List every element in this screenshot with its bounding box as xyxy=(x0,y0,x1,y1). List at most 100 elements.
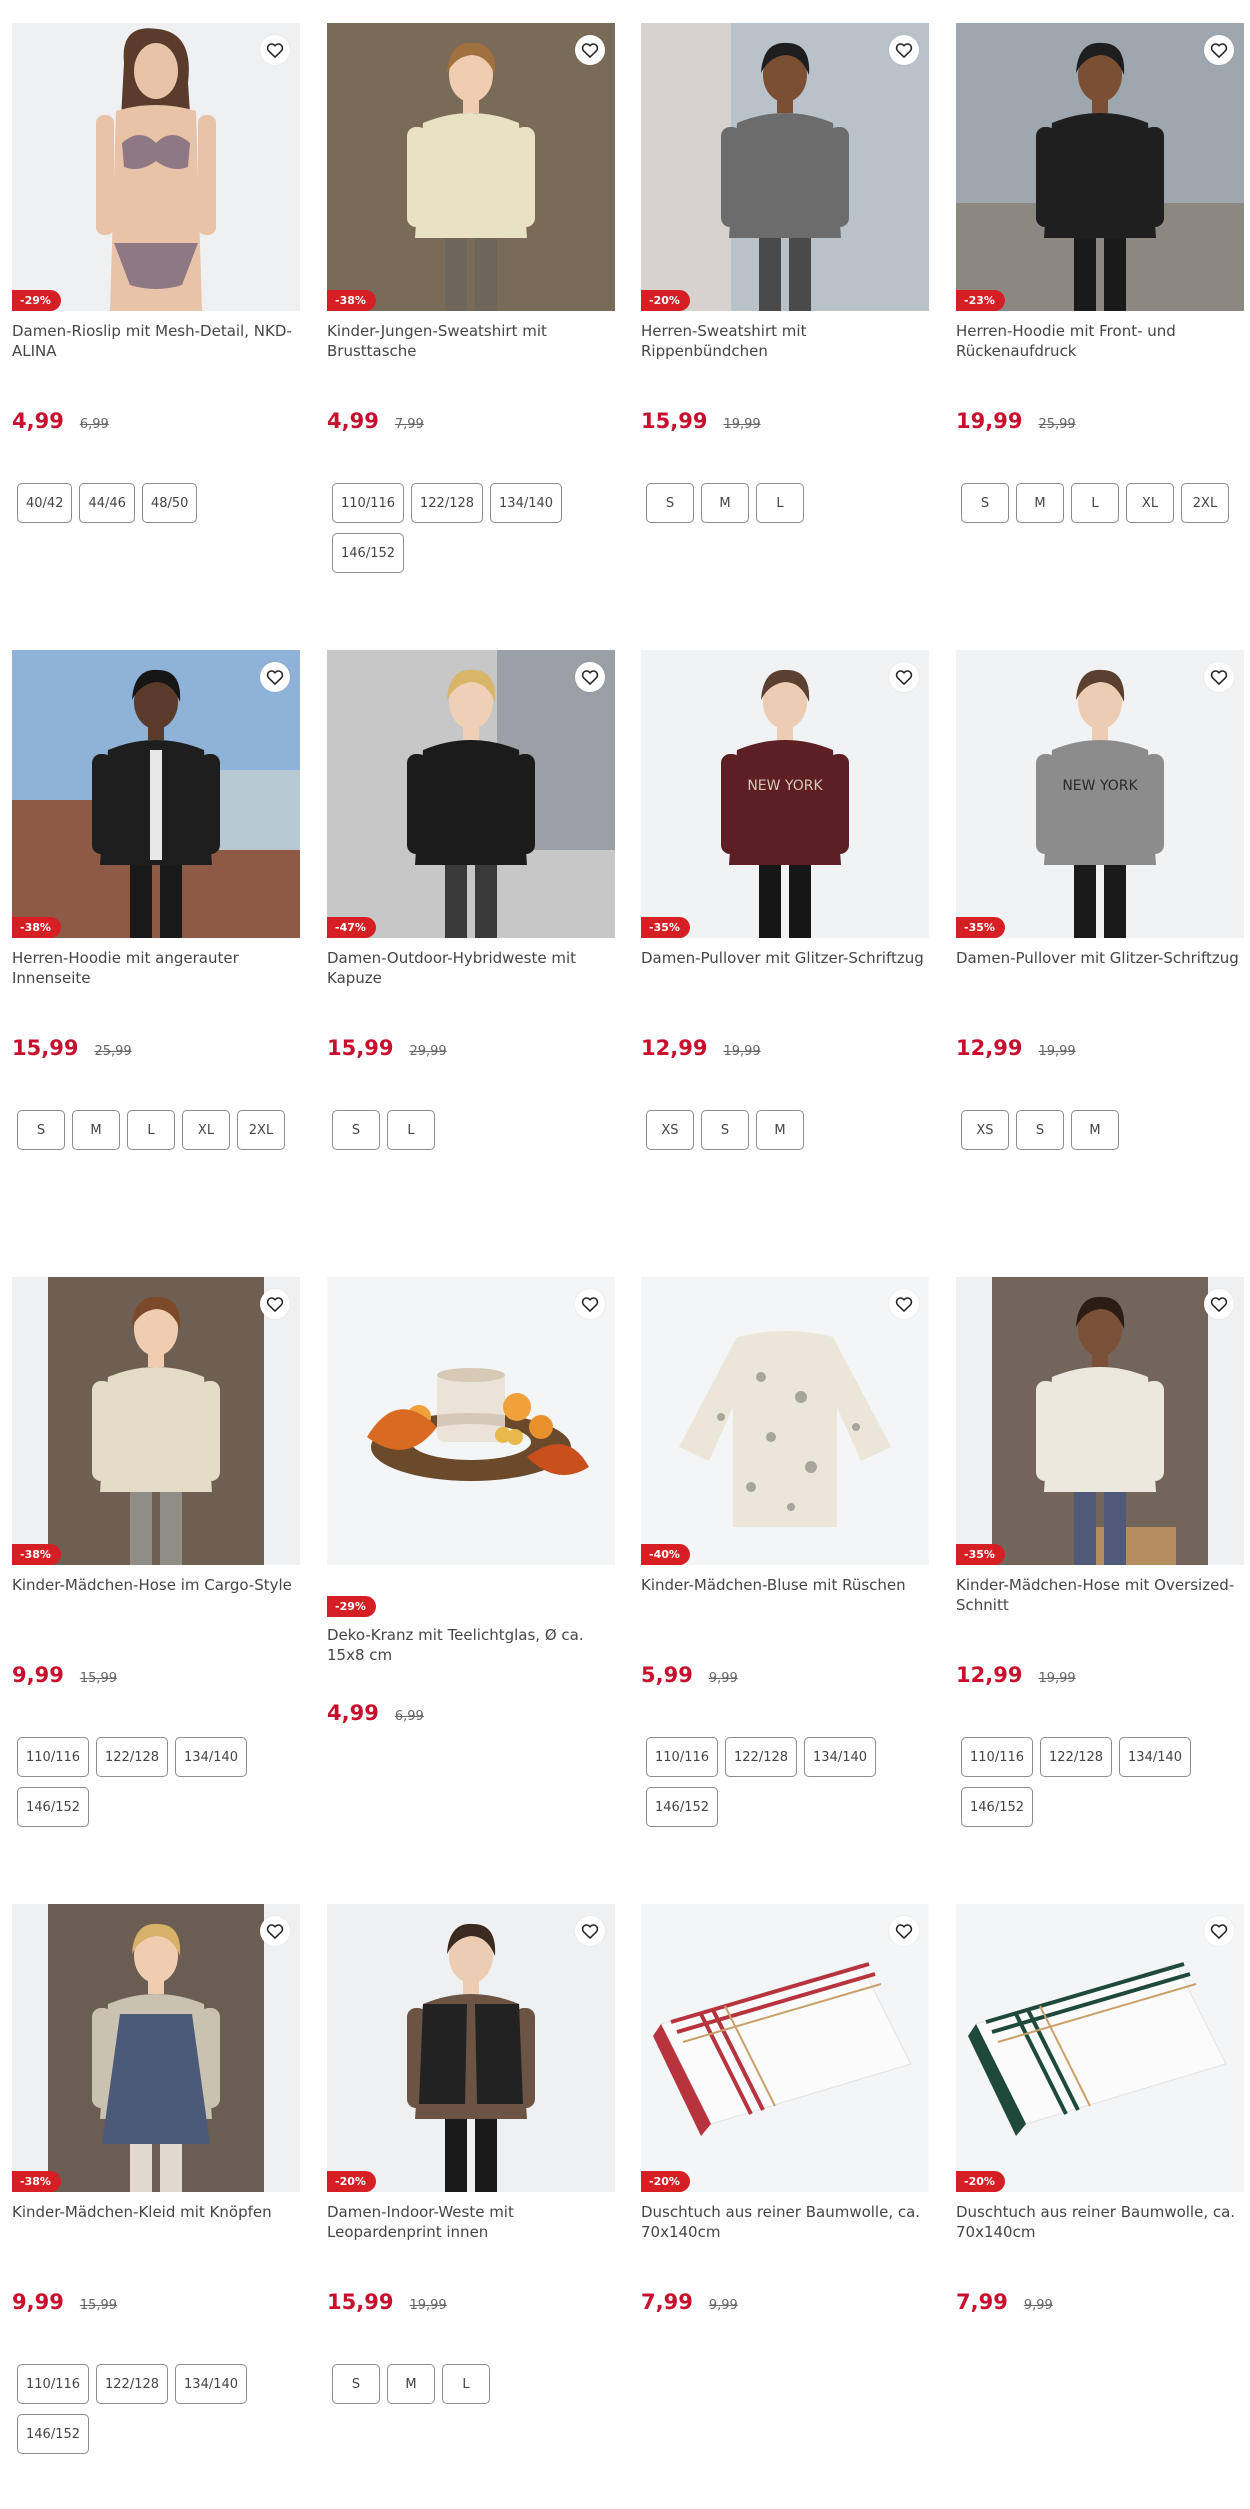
size-option-button[interactable]: XL xyxy=(1126,483,1174,523)
product-card[interactable]: NEW YORK -35% Damen-Pullover mit Glitzer… xyxy=(956,650,1244,1250)
favorite-heart-icon[interactable] xyxy=(1204,1916,1234,1946)
size-option-button[interactable]: 134/140 xyxy=(175,1737,248,1777)
product-title[interactable]: Damen-Indoor-Weste mit Leopardenprint in… xyxy=(327,2202,615,2242)
product-image[interactable]: -20% xyxy=(641,23,929,311)
product-image[interactable]: -23% xyxy=(956,23,1244,311)
size-option-button[interactable]: S xyxy=(332,1110,380,1150)
size-option-button[interactable]: M xyxy=(387,2364,435,2404)
size-option-button[interactable]: 146/152 xyxy=(646,1787,719,1827)
size-option-button[interactable]: M xyxy=(1071,1110,1119,1150)
product-card[interactable]: -38% Kinder-Jungen-Sweatshirt mit Brustt… xyxy=(327,23,615,623)
favorite-heart-icon[interactable] xyxy=(889,1916,919,1946)
favorite-heart-icon[interactable] xyxy=(1204,662,1234,692)
product-image[interactable]: -20% xyxy=(641,1904,929,2192)
favorite-heart-icon[interactable] xyxy=(260,1916,290,1946)
size-option-button[interactable]: XS xyxy=(961,1110,1009,1150)
size-option-button[interactable]: S xyxy=(701,1110,749,1150)
size-option-button[interactable]: 122/128 xyxy=(96,2364,169,2404)
size-option-button[interactable]: XL xyxy=(182,1110,230,1150)
size-option-button[interactable]: L xyxy=(127,1110,175,1150)
product-card[interactable]: NEW YORK -35% Damen-Pullover mit Glitzer… xyxy=(641,650,929,1250)
product-card[interactable]: -20% Damen-Indoor-Weste mit Leopardenpri… xyxy=(327,1904,615,2504)
product-title[interactable]: Damen-Pullover mit Glitzer-Schriftzug xyxy=(956,948,1244,968)
favorite-heart-icon[interactable] xyxy=(1204,1289,1234,1319)
size-option-button[interactable]: M xyxy=(1016,483,1064,523)
product-title[interactable]: Herren-Hoodie mit angerauter Innenseite xyxy=(12,948,300,988)
product-card[interactable]: -38% Kinder-Mädchen-Kleid mit Knöpfen 9,… xyxy=(12,1904,300,2504)
size-option-button[interactable]: S xyxy=(961,483,1009,523)
size-option-button[interactable]: 110/116 xyxy=(17,1737,90,1777)
size-option-button[interactable]: S xyxy=(17,1110,65,1150)
size-option-button[interactable]: S xyxy=(646,483,694,523)
product-title[interactable]: Damen-Outdoor-Hybridweste mit Kapuze xyxy=(327,948,615,988)
size-option-button[interactable]: M xyxy=(756,1110,804,1150)
product-title[interactable]: Damen-Pullover mit Glitzer-Schriftzug xyxy=(641,948,929,968)
size-option-button[interactable]: S xyxy=(1016,1110,1064,1150)
product-title[interactable]: Duschtuch aus reiner Baumwolle, ca. 70x1… xyxy=(956,2202,1244,2242)
product-card[interactable]: -35% Kinder-Mädchen-Hose mit Oversized-S… xyxy=(956,1277,1244,1877)
product-card[interactable]: -29% Deko-Kranz mit Teelichtglas, Ø ca. 1… xyxy=(327,1277,615,1877)
product-image[interactable]: NEW YORK -35% xyxy=(641,650,929,938)
size-option-button[interactable]: 122/128 xyxy=(96,1737,169,1777)
size-option-button[interactable]: L xyxy=(1071,483,1119,523)
size-option-button[interactable]: L xyxy=(387,1110,435,1150)
size-option-button[interactable]: 2XL xyxy=(1181,483,1229,523)
favorite-heart-icon[interactable] xyxy=(889,35,919,65)
size-option-button[interactable]: 134/140 xyxy=(490,483,563,523)
size-option-button[interactable]: 40/42 xyxy=(17,483,73,523)
size-option-button[interactable]: 110/116 xyxy=(332,483,405,523)
product-title[interactable]: Kinder-Mädchen-Hose mit Oversized-Schnit… xyxy=(956,1575,1244,1615)
size-option-button[interactable]: M xyxy=(72,1110,120,1150)
product-title[interactable]: Damen-Rioslip mit Mesh-Detail, NKD-ALINA xyxy=(12,321,300,361)
product-card[interactable]: -38% Kinder-Mädchen-Hose im Cargo-Style … xyxy=(12,1277,300,1877)
product-card[interactable]: -20% Herren-Sweatshirt mit Rippenbündche… xyxy=(641,23,929,623)
product-title[interactable]: Kinder-Jungen-Sweatshirt mit Brusttasche xyxy=(327,321,615,361)
size-option-button[interactable]: 2XL xyxy=(237,1110,285,1150)
product-image[interactable]: -38% xyxy=(12,1277,300,1565)
product-image[interactable]: -20% xyxy=(956,1904,1244,2192)
size-option-button[interactable]: 122/128 xyxy=(725,1737,798,1777)
product-card[interactable]: -47% Damen-Outdoor-Hybridweste mit Kapuz… xyxy=(327,650,615,1250)
size-option-button[interactable]: 146/152 xyxy=(17,1787,90,1827)
product-title[interactable]: Duschtuch aus reiner Baumwolle, ca. 70x1… xyxy=(641,2202,929,2242)
size-option-button[interactable]: 122/128 xyxy=(411,483,484,523)
size-option-button[interactable]: 122/128 xyxy=(1040,1737,1113,1777)
product-card[interactable]: -38% Herren-Hoodie mit angerauter Innens… xyxy=(12,650,300,1250)
product-card[interactable]: -40% Kinder-Mädchen-Bluse mit Rüschen 5,… xyxy=(641,1277,929,1877)
size-option-button[interactable]: XS xyxy=(646,1110,694,1150)
favorite-heart-icon[interactable] xyxy=(575,35,605,65)
product-image[interactable]: -47% xyxy=(327,650,615,938)
product-card[interactable]: -20% Duschtuch aus reiner Baumwolle, ca.… xyxy=(956,1904,1244,2504)
product-image[interactable]: -38% xyxy=(12,1904,300,2192)
favorite-heart-icon[interactable] xyxy=(260,662,290,692)
favorite-heart-icon[interactable] xyxy=(575,1916,605,1946)
size-option-button[interactable]: 134/140 xyxy=(1119,1737,1192,1777)
product-image[interactable]: -40% xyxy=(641,1277,929,1565)
favorite-heart-icon[interactable] xyxy=(889,1289,919,1319)
product-card[interactable]: -29% Damen-Rioslip mit Mesh-Detail, NKD-… xyxy=(12,23,300,623)
favorite-heart-icon[interactable] xyxy=(889,662,919,692)
size-option-button[interactable]: 146/152 xyxy=(332,533,405,573)
product-image[interactable]: -38% xyxy=(12,650,300,938)
favorite-heart-icon[interactable] xyxy=(260,35,290,65)
product-card[interactable]: -20% Duschtuch aus reiner Baumwolle, ca.… xyxy=(641,1904,929,2504)
product-image[interactable]: -20% xyxy=(327,1904,615,2192)
product-card[interactable]: -23% Herren-Hoodie mit Front- und Rücken… xyxy=(956,23,1244,623)
size-option-button[interactable]: 44/46 xyxy=(79,483,135,523)
favorite-heart-icon[interactable] xyxy=(575,1289,605,1319)
product-title[interactable]: Kinder-Mädchen-Hose im Cargo-Style xyxy=(12,1575,300,1595)
product-title[interactable]: Deko-Kranz mit Teelichtglas, Ø ca. 15x8 … xyxy=(327,1625,615,1665)
size-option-button[interactable]: 110/116 xyxy=(17,2364,90,2404)
size-option-button[interactable]: L xyxy=(442,2364,490,2404)
product-image[interactable] xyxy=(327,1277,615,1565)
product-image[interactable]: -35% xyxy=(956,1277,1244,1565)
size-option-button[interactable]: M xyxy=(701,483,749,523)
size-option-button[interactable]: 48/50 xyxy=(141,483,198,523)
product-title[interactable]: Kinder-Mädchen-Kleid mit Knöpfen xyxy=(12,2202,300,2222)
product-image[interactable]: NEW YORK -35% xyxy=(956,650,1244,938)
favorite-heart-icon[interactable] xyxy=(575,662,605,692)
size-option-button[interactable]: 134/140 xyxy=(175,2364,248,2404)
product-image[interactable]: -29% xyxy=(12,23,300,311)
size-option-button[interactable]: 110/116 xyxy=(961,1737,1034,1777)
favorite-heart-icon[interactable] xyxy=(260,1289,290,1319)
